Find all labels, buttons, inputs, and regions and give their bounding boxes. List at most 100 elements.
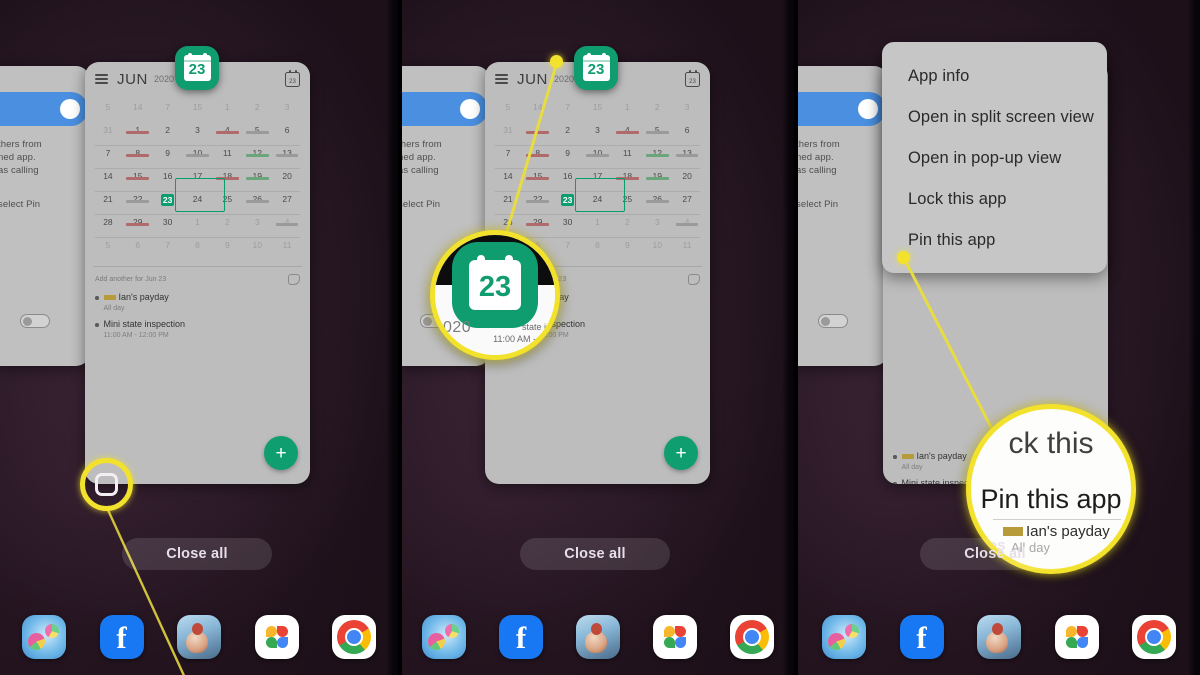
calendar-day-cell[interactable]: 4: [672, 215, 702, 227]
calendar-day-cell[interactable]: 21: [493, 192, 523, 204]
calendar-day-cell[interactable]: 8: [583, 238, 613, 250]
calendar-day-cell[interactable]: 22: [123, 192, 153, 204]
context-menu-item-open-in-split-screen-view[interactable]: Open in split screen view: [882, 97, 1107, 138]
close-all-button-1[interactable]: Close all: [122, 538, 272, 570]
google-photos-icon[interactable]: [254, 615, 299, 659]
calendar-day-cell[interactable]: 17: [583, 169, 613, 181]
settings-toggle-1[interactable]: [0, 92, 88, 126]
recents-home-button[interactable]: [95, 473, 118, 496]
note-icon[interactable]: [288, 274, 300, 285]
calendar-day-cell[interactable]: 7: [553, 238, 583, 250]
calendar-day-cell[interactable]: 16: [153, 169, 183, 181]
calendar-day-cell[interactable]: 22: [523, 192, 553, 204]
calendar-day-cell[interactable]: 15: [583, 100, 613, 112]
calendar-day-cell[interactable]: 29: [123, 215, 153, 227]
calendar-day-cell[interactable]: 11: [212, 146, 242, 158]
calendar-day-cell[interactable]: 9: [153, 146, 183, 158]
calendar-day-cell[interactable]: 6: [272, 123, 302, 135]
add-event-fab[interactable]: +: [664, 436, 698, 470]
calendar-day-cell[interactable]: 21: [93, 192, 123, 204]
calendar-day-cell[interactable]: 7: [553, 100, 583, 112]
facebook-icon[interactable]: f: [99, 615, 144, 659]
game-icon[interactable]: [576, 615, 620, 659]
calendar-day-cell[interactable]: 9: [612, 238, 642, 250]
calendar-day-cell[interactable]: 11: [612, 146, 642, 158]
calendar-day-cell[interactable]: 3: [183, 123, 213, 135]
recents-card-calendar-1[interactable]: JUN 2020 23 5147151233112345678910111213…: [85, 62, 310, 484]
calendar-day-cell[interactable]: 5: [642, 123, 672, 135]
calendar-today-icon[interactable]: 23: [285, 69, 300, 87]
calendar-day-cell[interactable]: 8: [523, 146, 553, 158]
google-photos-icon[interactable]: [1054, 615, 1099, 659]
close-all-button-3[interactable]: Close all: [920, 538, 1070, 570]
settings-mini-toggle-3[interactable]: [818, 314, 848, 328]
hamburger-icon[interactable]: [495, 74, 508, 84]
calendar-day-cell[interactable]: 14: [493, 169, 523, 181]
calendar-day-cell[interactable]: 7: [153, 100, 183, 112]
calendar-day-cell[interactable]: 1: [212, 100, 242, 112]
calendar-day-cell[interactable]: 7: [153, 238, 183, 250]
add-event-fab[interactable]: +: [264, 436, 298, 470]
calendar-day-cell[interactable]: 2: [553, 123, 583, 135]
calendar-today-icon[interactable]: 23: [685, 69, 700, 87]
chrome-icon[interactable]: [332, 615, 376, 659]
game-icon[interactable]: [977, 615, 1021, 659]
calendar-day-cell[interactable]: 7: [93, 146, 123, 158]
calendar-day-cell[interactable]: 3: [242, 215, 272, 227]
google-photos-icon[interactable]: [653, 615, 697, 659]
calendar-event-item[interactable]: Ian's payday All day: [85, 287, 310, 314]
calendar-app-badge-2[interactable]: 23: [574, 46, 618, 90]
calendar-day-cell[interactable]: 27: [272, 192, 302, 204]
calendar-day-cell[interactable]: 1: [612, 100, 642, 112]
calendar-day-cell[interactable]: 12: [242, 146, 272, 158]
calendar-day-cell[interactable]: 30: [153, 215, 183, 227]
calendar-day-cell[interactable]: 14: [123, 100, 153, 112]
calendar-day-cell[interactable]: 3: [272, 100, 302, 112]
calendar-day-cell[interactable]: 1: [123, 123, 153, 135]
recents-card-settings-3[interactable]: thers from ned app. as calling select Pi…: [798, 66, 888, 366]
calendar-day-cell[interactable]: 14: [93, 169, 123, 181]
calendar-day-cell[interactable]: 11: [672, 238, 702, 250]
calendar-day-cell[interactable]: 2: [612, 215, 642, 227]
calendar-day-cell[interactable]: 28: [93, 215, 123, 227]
calendar-day-cell[interactable]: 18: [212, 169, 242, 181]
calendar-day-cell[interactable]: 3: [583, 123, 613, 135]
calendar-day-cell[interactable]: 2: [642, 100, 672, 112]
calendar-day-cell[interactable]: 9: [212, 238, 242, 250]
calendar-day-cell[interactable]: 17: [183, 169, 213, 181]
calendar-day-cell[interactable]: 29: [523, 215, 553, 227]
context-menu-item-open-in-pop-up-view[interactable]: Open in pop-up view: [882, 138, 1107, 179]
calendar-day-cell[interactable]: 8: [123, 146, 153, 158]
calendar-day-cell[interactable]: 23: [553, 192, 583, 206]
calendar-day-cell[interactable]: 4: [612, 123, 642, 135]
calendar-day-cell[interactable]: 6: [123, 238, 153, 250]
calendar-day-cell[interactable]: 14: [523, 100, 553, 112]
context-menu-item-app-info[interactable]: App info: [882, 56, 1107, 97]
calendar-day-cell[interactable]: 1: [583, 215, 613, 227]
gallery-icon[interactable]: [22, 615, 66, 659]
settings-toggle-2[interactable]: [402, 92, 488, 126]
calendar-day-cell[interactable]: 16: [553, 169, 583, 181]
gallery-icon[interactable]: [822, 615, 866, 659]
calendar-day-cell[interactable]: 2: [153, 123, 183, 135]
settings-mini-toggle-1[interactable]: [20, 314, 50, 328]
calendar-day-cell[interactable]: 25: [212, 192, 242, 204]
calendar-day-cell[interactable]: 6: [672, 123, 702, 135]
calendar-day-cell[interactable]: 12: [642, 146, 672, 158]
calendar-day-cell[interactable]: 19: [642, 169, 672, 181]
calendar-day-cell[interactable]: 15: [523, 169, 553, 181]
calendar-day-cell[interactable]: 7: [493, 146, 523, 158]
calendar-day-cell[interactable]: 13: [272, 146, 302, 158]
calendar-app-badge-1[interactable]: 23: [175, 46, 219, 90]
calendar-day-cell[interactable]: 9: [553, 146, 583, 158]
calendar-day-cell[interactable]: 1: [183, 215, 213, 227]
calendar-day-cell[interactable]: 2: [212, 215, 242, 227]
chrome-icon[interactable]: [1132, 615, 1176, 659]
recents-card-settings-1[interactable]: thers from ned app. as calling select Pi…: [0, 66, 90, 366]
calendar-day-cell[interactable]: 28: [493, 215, 523, 227]
calendar-day-cell[interactable]: 26: [242, 192, 272, 204]
calendar-day-cell[interactable]: 5: [93, 238, 123, 250]
calendar-day-cell[interactable]: 20: [672, 169, 702, 181]
context-menu-item-pin-this-app[interactable]: Pin this app: [882, 220, 1107, 261]
facebook-icon[interactable]: f: [899, 615, 944, 659]
